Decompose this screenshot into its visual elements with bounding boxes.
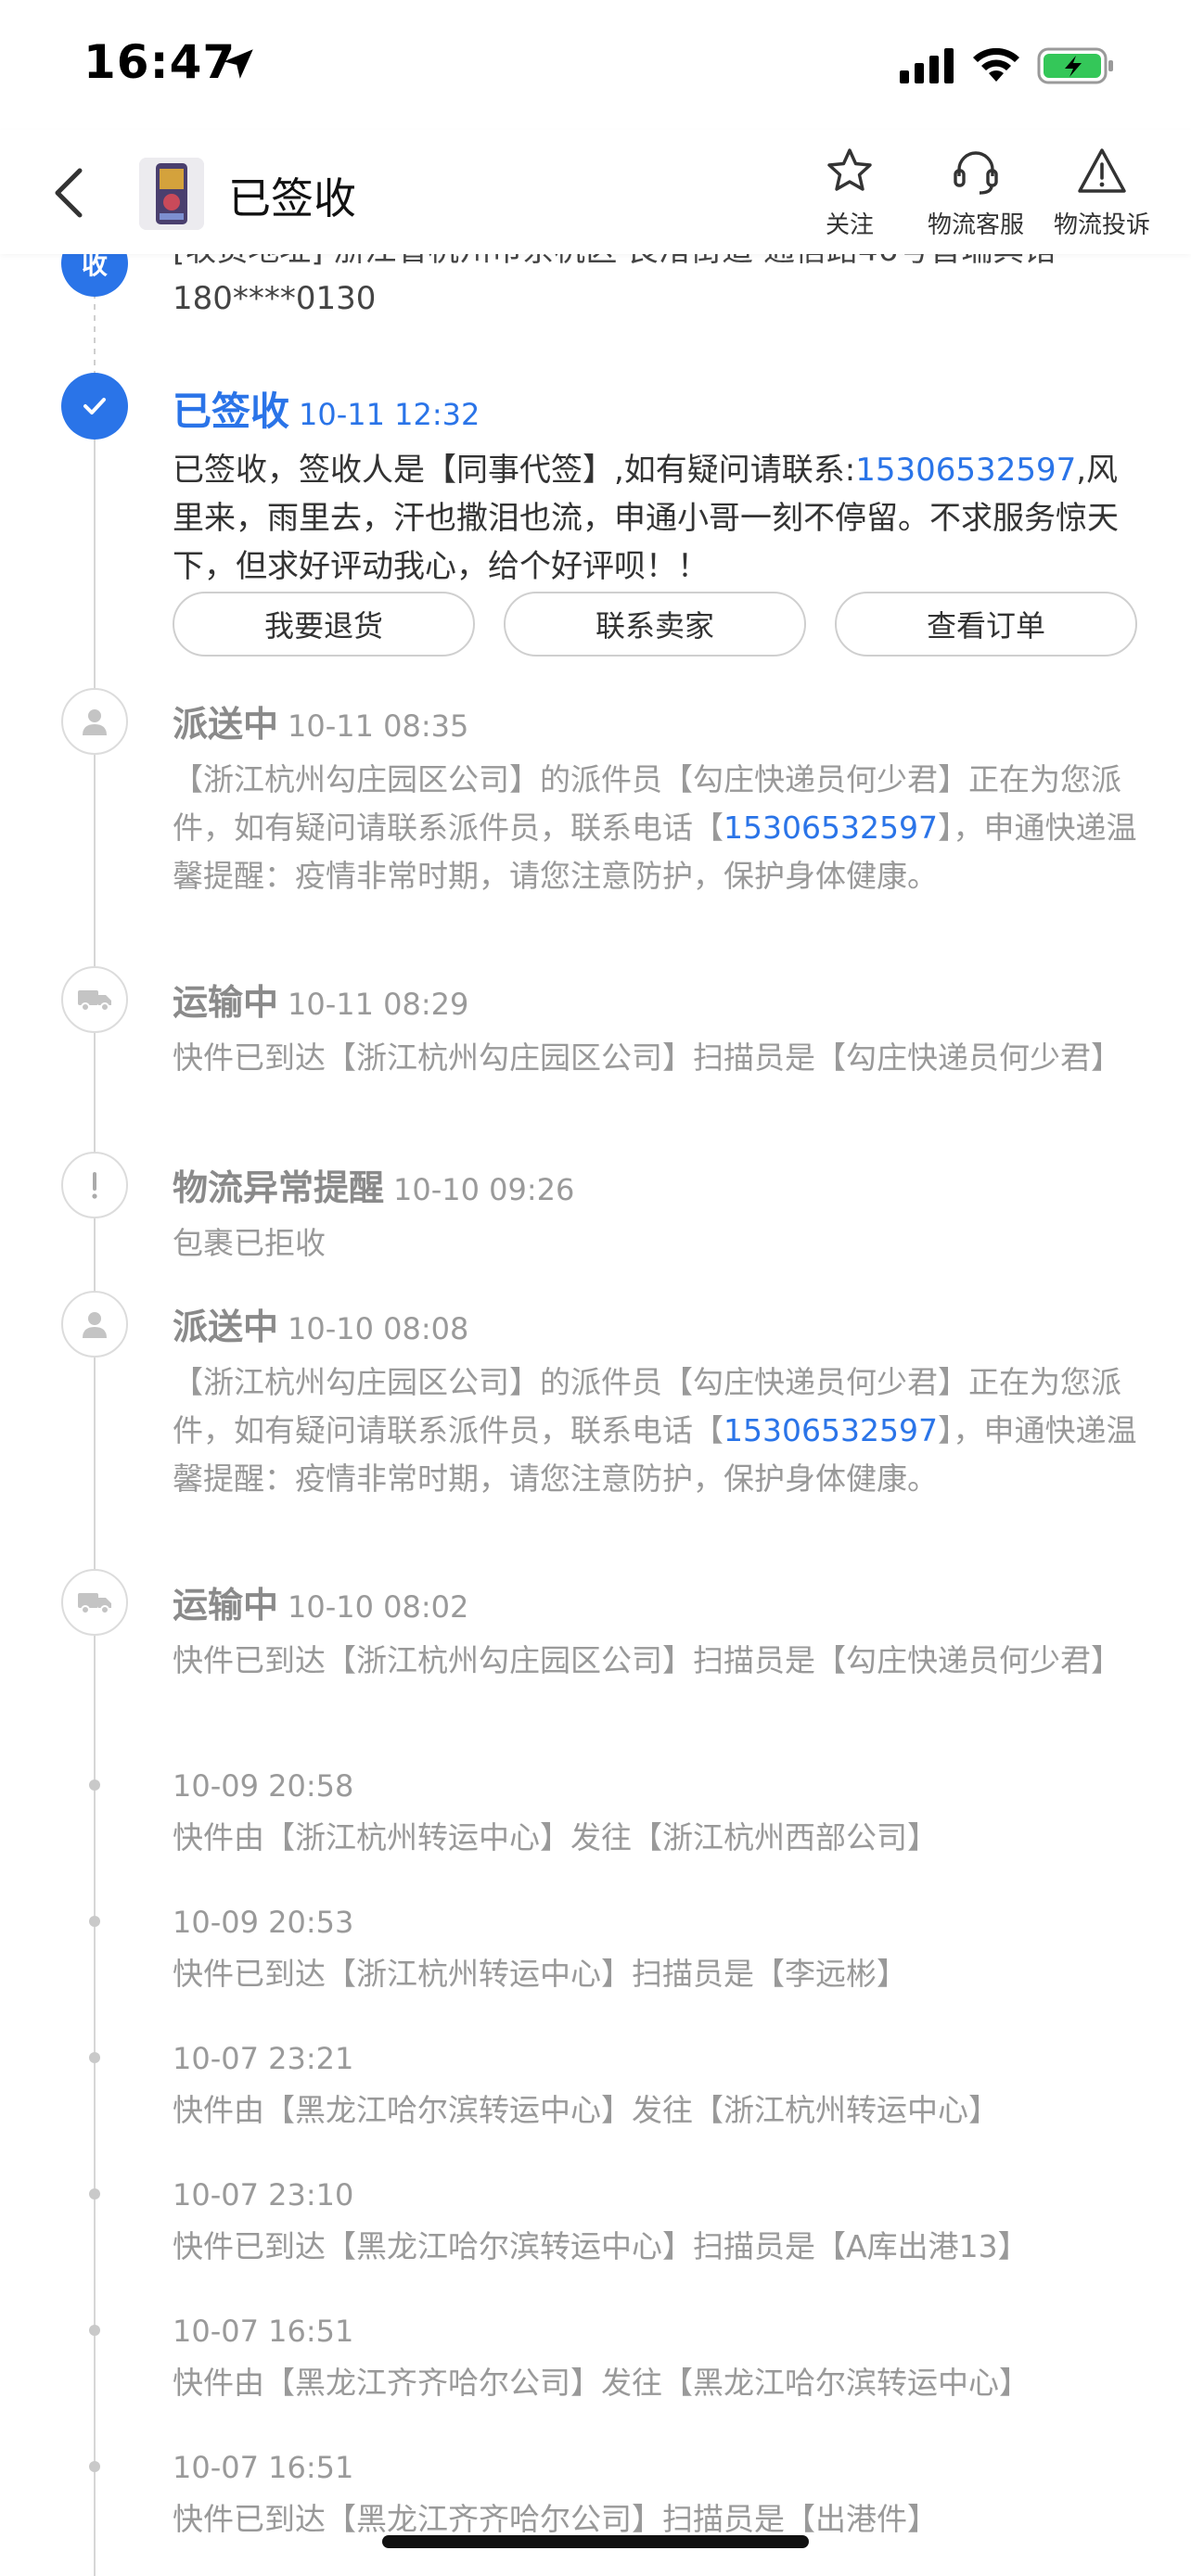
timeline-dot xyxy=(89,2461,100,2472)
return-goods-button[interactable]: 我要退货 xyxy=(173,592,475,657)
timeline-entry: 10-07 16:51 快件已到达【黑龙江齐齐哈尔公司】扫描员是【出港件】 xyxy=(173,2445,1137,2544)
logistics-complaint-button[interactable]: 物流投诉 xyxy=(1046,145,1158,247)
entry-text-part: 已签收，签收人是【同事代签】,如有疑问请联系: xyxy=(173,452,856,489)
entry-status: 已签收 xyxy=(173,389,290,434)
timeline-dot xyxy=(89,2052,100,2063)
timeline-entry: 物流异常提醒 10-10 09:26 包裹已拒收 xyxy=(173,1159,1137,1268)
page-title: 已签收 xyxy=(228,173,356,223)
truck-icon xyxy=(78,1593,111,1614)
product-image xyxy=(139,158,204,230)
navigation-bar: 已签收 关注 物流客服 物流投诉 xyxy=(0,130,1191,254)
product-thumbnail[interactable] xyxy=(139,158,204,230)
status-bar: 16:47 xyxy=(0,0,1191,130)
location-arrow-icon xyxy=(224,49,253,79)
address-node-label: 收 xyxy=(81,254,108,280)
contact-seller-button[interactable]: 联系卖家 xyxy=(504,592,806,657)
entry-text: 快件由【黑龙江齐齐哈尔公司】发往【黑龙江哈尔滨转运中心】 xyxy=(173,2365,1030,2401)
status-time: 16:47 xyxy=(83,35,237,89)
timeline-entry: 派送中 10-10 08:08 【浙江杭州勾庄园区公司】的派件员【勾庄快递员何少君… xyxy=(173,1298,1137,1503)
timeline-entry: 10-09 20:58 快件由【浙江杭州转运中心】发往【浙江杭州西部公司】 xyxy=(173,1764,1137,1862)
warning-icon xyxy=(1078,148,1126,193)
timeline-entry-signed: 已签收 10-11 12:32 已签收，签收人是【同事代签】,如有疑问请联系:15… xyxy=(173,380,1137,591)
follow-button[interactable]: 关注 xyxy=(794,145,905,247)
entry-time: 10-11 12:32 xyxy=(299,397,480,432)
star-icon xyxy=(827,148,872,191)
timeline-entry: 派送中 10-11 08:35 【浙江杭州勾庄园区公司】的派件员【勾庄快递员何少君… xyxy=(173,695,1137,900)
entry-text: 快件已到达【浙江杭州转运中心】扫描员是【李远彬】 xyxy=(173,1956,907,1992)
entry-text: 【浙江杭州勾庄园区公司】的派件员【勾庄快递员何少君】正在为您派件，如有疑问请联系… xyxy=(173,1358,1137,1503)
logistics-service-button[interactable]: 物流客服 xyxy=(920,145,1031,247)
entry-time: 10-07 16:51 xyxy=(173,2450,354,2485)
timeline-entry: 运输中 10-10 08:02 快件已到达【浙江杭州勾庄园区公司】扫描员是【勾庄快… xyxy=(173,1576,1137,1685)
entry-time: 10-10 08:02 xyxy=(288,1589,469,1625)
transit-node xyxy=(61,966,128,1033)
exception-node xyxy=(61,1152,128,1218)
view-order-button[interactable]: 查看订单 xyxy=(835,592,1137,657)
entry-text: 【浙江杭州勾庄园区公司】的派件员【勾庄快递员何少君】正在为您派件，如有疑问请联系… xyxy=(173,756,1137,900)
entry-time: 10-07 23:10 xyxy=(173,2177,354,2213)
person-icon xyxy=(83,1312,107,1338)
timeline-dot xyxy=(89,2188,100,2200)
entry-time: 10-09 20:58 xyxy=(173,1768,354,1804)
entry-time: 10-11 08:29 xyxy=(288,987,469,1022)
entry-time: 10-10 09:26 xyxy=(393,1172,575,1207)
entry-time: 10-09 20:53 xyxy=(173,1905,354,1940)
entry-time: 10-07 16:51 xyxy=(173,2314,354,2349)
entry-text: 已签收，签收人是【同事代签】,如有疑问请联系:15306532597,风里来，雨… xyxy=(173,446,1137,591)
delivery-address: [收货地址] 浙江省杭州市余杭区 良渚街道 通信路46号晋瑞宾馆 180****… xyxy=(173,254,1056,317)
timeline-entry: 10-07 23:21 快件由【黑龙江哈尔滨转运中心】发往【浙江杭州转运中心】 xyxy=(173,2036,1137,2135)
headset-icon xyxy=(954,151,998,195)
exclamation-icon xyxy=(92,1172,97,1199)
follow-label: 关注 xyxy=(825,211,874,239)
home-indicator[interactable] xyxy=(382,2535,809,2548)
address-node: 收 xyxy=(61,254,128,297)
entry-status: 物流异常提醒 xyxy=(173,1167,385,1208)
phone-link[interactable]: 15306532597 xyxy=(724,1412,938,1448)
timeline-connector xyxy=(94,440,96,2576)
entry-time: 10-07 23:21 xyxy=(173,2041,354,2076)
entry-status: 派送中 xyxy=(173,1307,279,1347)
timeline-entry: 10-09 20:53 快件已到达【浙江杭州转运中心】扫描员是【李远彬】 xyxy=(173,1900,1137,1998)
order-action-buttons: 我要退货 联系卖家 查看订单 xyxy=(173,592,1137,657)
entry-text: 快件由【黑龙江哈尔滨转运中心】发往【浙江杭州转运中心】 xyxy=(173,2092,999,2128)
transit-node xyxy=(61,1569,128,1636)
timeline-entry: 10-07 23:10 快件已到达【黑龙江哈尔滨转运中心】扫描员是【A库出港13… xyxy=(173,2173,1137,2271)
checkmark-icon xyxy=(83,398,106,414)
timeline-dot xyxy=(89,1916,100,1927)
person-icon xyxy=(83,709,107,735)
cellular-signal-icon xyxy=(900,48,954,83)
timeline-dot xyxy=(89,2325,100,2336)
entry-text: 快件已到达【黑龙江哈尔滨转运中心】扫描员是【A库出港13】 xyxy=(173,2228,1029,2264)
timeline-entry: 运输中 10-11 08:29 快件已到达【浙江杭州勾庄园区公司】扫描员是【勾庄快… xyxy=(173,974,1137,1082)
entry-status: 派送中 xyxy=(173,704,279,745)
logistics-timeline: 收 [收货地址] 浙江省杭州市余杭区 良渚街道 通信路46号晋瑞宾馆 180**… xyxy=(0,254,1191,2576)
entry-status: 运输中 xyxy=(173,982,279,1023)
entry-text: 快件已到达【浙江杭州勾庄园区公司】扫描员是【勾庄快递员何少君】 xyxy=(173,1039,1121,1076)
wifi-icon xyxy=(973,47,1019,82)
timeline-dot xyxy=(89,1779,100,1791)
battery-charging-icon xyxy=(1037,47,1113,84)
entry-status: 运输中 xyxy=(173,1585,279,1626)
phone-link[interactable]: 15306532597 xyxy=(855,452,1076,489)
logistics-complaint-label: 物流投诉 xyxy=(1053,211,1150,239)
entry-time: 10-11 08:35 xyxy=(288,708,469,744)
courier-node xyxy=(61,1291,128,1358)
truck-icon xyxy=(78,990,111,1012)
entry-text: 快件由【浙江杭州转运中心】发往【浙江杭州西部公司】 xyxy=(173,1819,938,1855)
logistics-service-label: 物流客服 xyxy=(927,211,1024,239)
courier-node xyxy=(61,688,128,755)
entry-time: 10-10 08:08 xyxy=(288,1311,469,1346)
entry-text: 包裹已拒收 xyxy=(173,1225,326,1261)
entry-text: 快件已到达【浙江杭州勾庄园区公司】扫描员是【勾庄快递员何少君】 xyxy=(173,1642,1121,1678)
phone-link[interactable]: 15306532597 xyxy=(724,810,938,846)
timeline-connector xyxy=(94,282,96,384)
signed-node xyxy=(61,373,128,440)
back-chevron-icon[interactable] xyxy=(46,163,98,223)
timeline-entry: 10-07 16:51 快件由【黑龙江齐齐哈尔公司】发往【黑龙江哈尔滨转运中心】 xyxy=(173,2309,1137,2407)
